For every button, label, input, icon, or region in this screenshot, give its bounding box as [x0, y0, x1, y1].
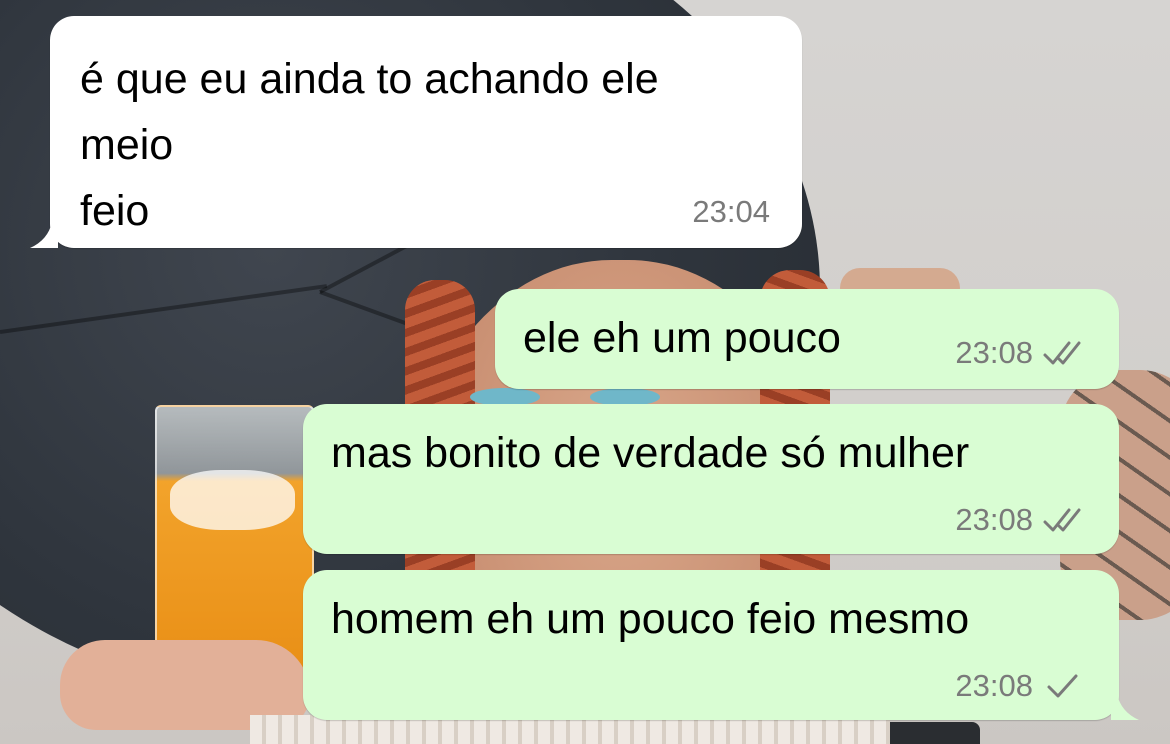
message-meta: 23:08 [955, 335, 1091, 371]
single-check-icon [1047, 674, 1078, 698]
message-timestamp: 23:08 [955, 335, 1033, 370]
outgoing-message-bubble[interactable]: homem eh um pouco feio mesmo 23:08 [303, 570, 1139, 720]
message-text: ele eh um pouco [523, 314, 841, 362]
outgoing-message-bubble[interactable]: mas bonito de verdade só mulher 23:08 [303, 404, 1119, 554]
double-check-icon [1043, 341, 1081, 365]
message-meta: 23:04 [692, 194, 770, 230]
double-check-icon [1043, 508, 1081, 532]
message-text: homem eh um pouco feio mesmo [331, 595, 970, 643]
message-meta: 23:08 [955, 502, 1091, 538]
incoming-message-bubble[interactable]: é que eu ainda to achando ele meio feio … [30, 16, 802, 248]
bubble-tail-icon [30, 222, 58, 248]
bubble-tail-icon [1111, 694, 1139, 720]
message-text: mas bonito de verdade só mulher [331, 429, 970, 477]
wallpaper-drink-cup [155, 405, 314, 674]
outgoing-message-bubble[interactable]: ele eh um pouco 23:08 [495, 289, 1119, 389]
message-text: é que eu ainda to achando ele meio feio [80, 55, 659, 235]
message-meta: 23:08 [955, 668, 1091, 704]
message-timestamp: 23:04 [692, 194, 770, 229]
message-timestamp: 23:08 [955, 668, 1033, 703]
message-timestamp: 23:08 [955, 502, 1033, 537]
wallpaper-drink-ice [170, 470, 295, 530]
